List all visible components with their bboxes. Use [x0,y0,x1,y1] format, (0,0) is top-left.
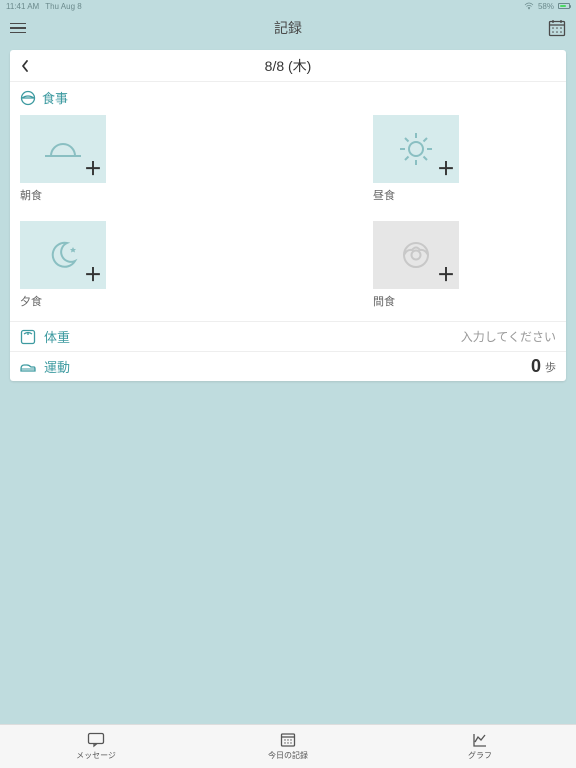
battery-icon [558,3,570,9]
menu-button[interactable] [10,23,26,34]
meal-icon [20,90,36,106]
exercise-row[interactable]: 運動 0 歩 [10,351,566,381]
lunch-label: 昼食 [373,187,556,203]
weight-placeholder: 入力してください [461,328,556,345]
scale-icon [20,329,38,345]
date-row: 8/8 (木) [10,50,566,82]
status-time: 11:41 AM [6,2,39,11]
plus-icon: ＋ [84,155,102,181]
exercise-value: 0 [531,356,541,377]
calendar-button[interactable] [548,19,566,37]
sunrise-icon [41,134,85,164]
sun-icon [396,129,436,169]
nav-title: 記録 [0,18,576,38]
nav-bar: 記録 [0,12,576,44]
plus-icon: ＋ [437,261,455,287]
wifi-icon [524,2,534,10]
dinner-tile[interactable]: ＋ [20,221,106,289]
meal-section-label: 食事 [42,88,68,107]
tab-graph[interactable]: グラフ [384,725,576,768]
exercise-unit: 歩 [545,359,556,375]
graph-icon [472,732,488,748]
tab-today[interactable]: 今日の記録 [192,725,384,768]
date-text: 8/8 (木) [10,56,566,76]
status-date: Thu Aug 8 [45,2,81,11]
status-bar: 11:41 AM Thu Aug 8 58% [0,0,576,12]
dinner-label: 夕食 [20,293,203,309]
tab-bar: メッセージ 今日の記録 グラフ [0,724,576,768]
breakfast-label: 朝食 [20,187,203,203]
shoe-icon [20,361,38,373]
battery-percent: 58% [538,2,554,11]
meal-section-header: 食事 [10,82,566,111]
weight-row[interactable]: 体重 入力してください [10,321,566,351]
tab-today-label: 今日の記録 [268,750,308,761]
meal-grid: ＋ 朝食 ＋ 昼食 ＋ 夕食 [10,111,566,321]
tab-graph-label: グラフ [468,750,492,761]
donut-icon [398,237,434,273]
tab-messages-label: メッセージ [76,750,116,761]
message-icon [87,732,105,748]
calendar-icon [280,732,296,748]
weight-label: 体重 [44,327,70,346]
breakfast-tile[interactable]: ＋ [20,115,106,183]
snack-label: 間食 [373,293,556,309]
snack-tile[interactable]: ＋ [373,221,459,289]
prev-day-button[interactable] [20,59,30,73]
record-card: 8/8 (木) 食事 ＋ 朝食 ＋ 昼食 [10,50,566,381]
moon-icon [43,235,83,275]
exercise-label: 運動 [44,357,70,376]
lunch-tile[interactable]: ＋ [373,115,459,183]
tab-messages[interactable]: メッセージ [0,725,192,768]
plus-icon: ＋ [84,261,102,287]
plus-icon: ＋ [437,155,455,181]
